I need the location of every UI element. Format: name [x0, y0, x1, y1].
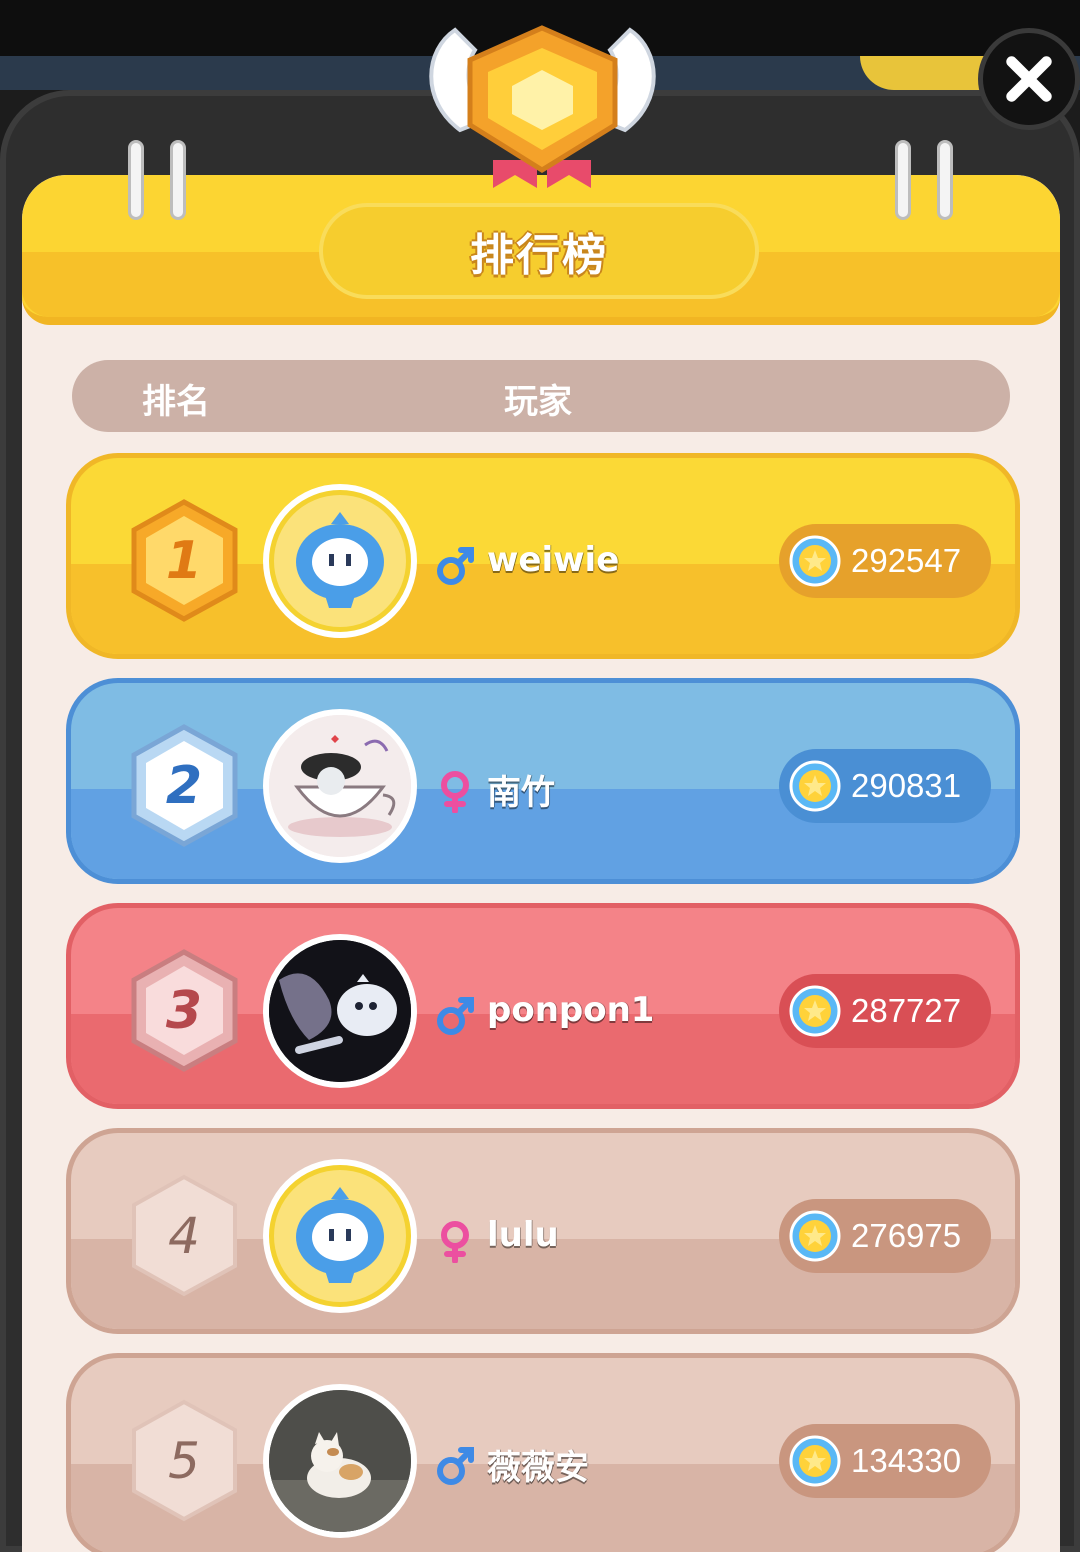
player-name: ponpon1 [487, 990, 655, 1030]
rank-badge-icon: 4 [127, 1173, 242, 1298]
rank-badge-icon: 5 [127, 1398, 242, 1523]
score-pill: 290831 [779, 749, 991, 823]
avatar[interactable] [263, 1159, 417, 1313]
avatar[interactable] [263, 934, 417, 1088]
binder-ring [895, 140, 911, 220]
mascot-avatar-icon [274, 495, 406, 627]
rank-badge-gold-icon: 1 [127, 498, 242, 623]
binder-ring [170, 140, 186, 220]
ghost-avatar-icon [269, 940, 411, 1082]
player-score: 134330 [851, 1442, 962, 1479]
score-pill: 276975 [779, 1199, 991, 1273]
binder-ring [937, 140, 953, 220]
title-pill: 排行榜 [319, 203, 759, 299]
rank-number: 3 [166, 981, 202, 1041]
rank-number: 5 [168, 1432, 200, 1490]
score-pill: 134330 [779, 1424, 991, 1498]
binder-ring [128, 140, 144, 220]
mascot-avatar-icon [274, 1170, 406, 1302]
star-coin-icon [789, 1210, 841, 1262]
rank-number: 4 [168, 1207, 200, 1265]
male-icon [433, 544, 477, 588]
leaderboard-row[interactable]: 5 薇薇安 134330 [66, 1353, 1020, 1552]
player-score: 292547 [851, 542, 962, 579]
rank-badge-silver-icon: 2 [127, 723, 242, 848]
player-name: 南竹 [487, 773, 555, 813]
leaderboard-row[interactable]: 4 lulu 276975 [66, 1128, 1020, 1334]
female-icon [433, 769, 477, 814]
close-icon [1006, 56, 1052, 102]
player-name: lulu [487, 1215, 559, 1255]
leaderboard-panel: 排行榜 排名 玩家 1 weiwie 292547 2 南竹 290831 3 … [22, 175, 1060, 1552]
male-icon [433, 1444, 477, 1488]
rank-badge-bronze-icon: 3 [127, 948, 242, 1073]
close-button[interactable] [978, 28, 1080, 130]
page-title: 排行榜 [470, 230, 608, 281]
player-score: 276975 [851, 1217, 962, 1254]
rank-number: 2 [166, 756, 202, 816]
player-score: 290831 [851, 767, 962, 804]
cat-photo-avatar-icon [269, 1390, 411, 1532]
player-name: 薇薇安 [487, 1448, 589, 1488]
column-header: 排名 玩家 [72, 360, 1010, 432]
female-icon [433, 1219, 477, 1264]
avatar[interactable] [263, 1384, 417, 1538]
score-pill: 287727 [779, 974, 991, 1048]
column-player-label: 玩家 [504, 382, 572, 422]
male-icon [433, 994, 477, 1038]
star-coin-icon [789, 985, 841, 1037]
player-score: 287727 [851, 992, 962, 1029]
teacup-avatar-icon [269, 715, 411, 857]
avatar[interactable] [263, 709, 417, 863]
star-coin-icon [789, 1435, 841, 1487]
score-pill: 292547 [779, 524, 991, 598]
star-coin-icon [789, 760, 841, 812]
leaderboard-row[interactable]: 2 南竹 290831 [66, 678, 1020, 884]
leaderboard-row[interactable]: 3 ponpon1 287727 [66, 903, 1020, 1109]
player-name: weiwie [487, 540, 620, 580]
trophy-emblem-icon [415, 10, 670, 190]
rank-number: 1 [166, 531, 202, 591]
column-rank-label: 排名 [142, 382, 210, 422]
star-coin-icon [789, 535, 841, 587]
leaderboard-row[interactable]: 1 weiwie 292547 [66, 453, 1020, 659]
avatar[interactable] [263, 484, 417, 638]
